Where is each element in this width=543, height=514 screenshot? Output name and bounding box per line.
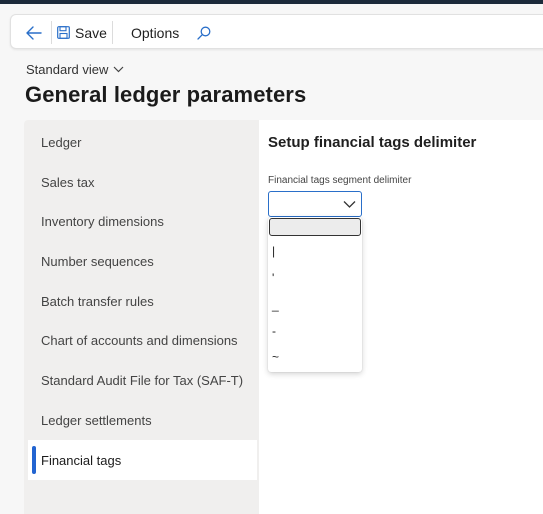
field-label: Financial tags segment delimiter — [268, 175, 412, 186]
nav-item-chart-of-accounts[interactable]: Chart of accounts and dimensions — [28, 320, 257, 360]
toolbar-divider — [51, 21, 52, 44]
nav-item-ledger[interactable]: Ledger — [28, 122, 257, 162]
dropdown-option-label: | — [272, 244, 276, 258]
nav-item-ledger-settlements[interactable]: Ledger settlements — [28, 400, 257, 440]
save-button-label: Save — [75, 24, 107, 41]
nav-item-label: Ledger — [41, 134, 82, 150]
search-icon — [197, 26, 211, 40]
delimiter-dropdown-list: | ' _ - ~ — [268, 217, 362, 372]
section-nav: Ledger Sales tax Inventory dimensions Nu… — [24, 120, 259, 514]
dropdown-option-label: - — [272, 324, 276, 338]
delimiter-combobox[interactable] — [268, 191, 362, 217]
dropdown-option[interactable]: | — [268, 239, 362, 263]
options-button[interactable]: Options — [121, 15, 189, 50]
nav-item-label: Sales tax — [41, 174, 95, 190]
back-arrow-icon — [26, 25, 42, 40]
dropdown-option[interactable]: ' — [268, 266, 362, 290]
dropdown-option[interactable]: - — [268, 319, 362, 343]
view-selector-label: Standard view — [26, 62, 109, 77]
save-button[interactable]: Save — [57, 15, 107, 50]
nav-item-batch-transfer-rules[interactable]: Batch transfer rules — [28, 281, 257, 321]
nav-item-label: Inventory dimensions — [41, 213, 164, 229]
nav-item-label: Standard Audit File for Tax (SAF-T) — [41, 372, 244, 388]
selected-indicator — [32, 446, 36, 474]
chevron-down-icon — [113, 66, 124, 73]
dropdown-option-label: _ — [272, 298, 279, 312]
save-icon — [57, 26, 70, 39]
dropdown-option-label: ~ — [272, 350, 280, 364]
dropdown-option-label: ' — [272, 271, 275, 285]
app-top-bar — [0, 0, 543, 4]
section-title: Setup financial tags delimiter — [268, 134, 477, 151]
dropdown-option[interactable]: ~ — [268, 345, 362, 369]
content-panel: Ledger Sales tax Inventory dimensions Nu… — [24, 120, 543, 514]
view-selector[interactable]: Standard view — [26, 62, 124, 77]
nav-item-inventory-dimensions[interactable]: Inventory dimensions — [28, 201, 257, 241]
nav-item-number-sequences[interactable]: Number sequences — [28, 241, 257, 281]
nav-item-sales-tax[interactable]: Sales tax — [28, 162, 257, 202]
dropdown-option-empty[interactable] — [269, 218, 361, 236]
chevron-down-icon[interactable] — [343, 198, 356, 210]
nav-item-label: Batch transfer rules — [41, 293, 154, 309]
nav-item-financial-tags[interactable]: Financial tags — [28, 440, 257, 480]
dropdown-option[interactable]: _ — [268, 293, 362, 317]
back-button[interactable] — [19, 15, 49, 50]
nav-item-label: Financial tags — [41, 452, 122, 468]
page-title: General ledger parameters — [25, 82, 307, 107]
toolbar-divider — [112, 21, 113, 44]
nav-item-label: Number sequences — [41, 253, 154, 269]
nav-item-label: Ledger settlements — [41, 412, 152, 428]
action-toolbar: Save Options — [10, 14, 543, 49]
search-button[interactable] — [191, 15, 217, 50]
nav-item-saf-t[interactable]: Standard Audit File for Tax (SAF-T) — [28, 360, 257, 400]
nav-item-label: Chart of accounts and dimensions — [41, 332, 238, 348]
